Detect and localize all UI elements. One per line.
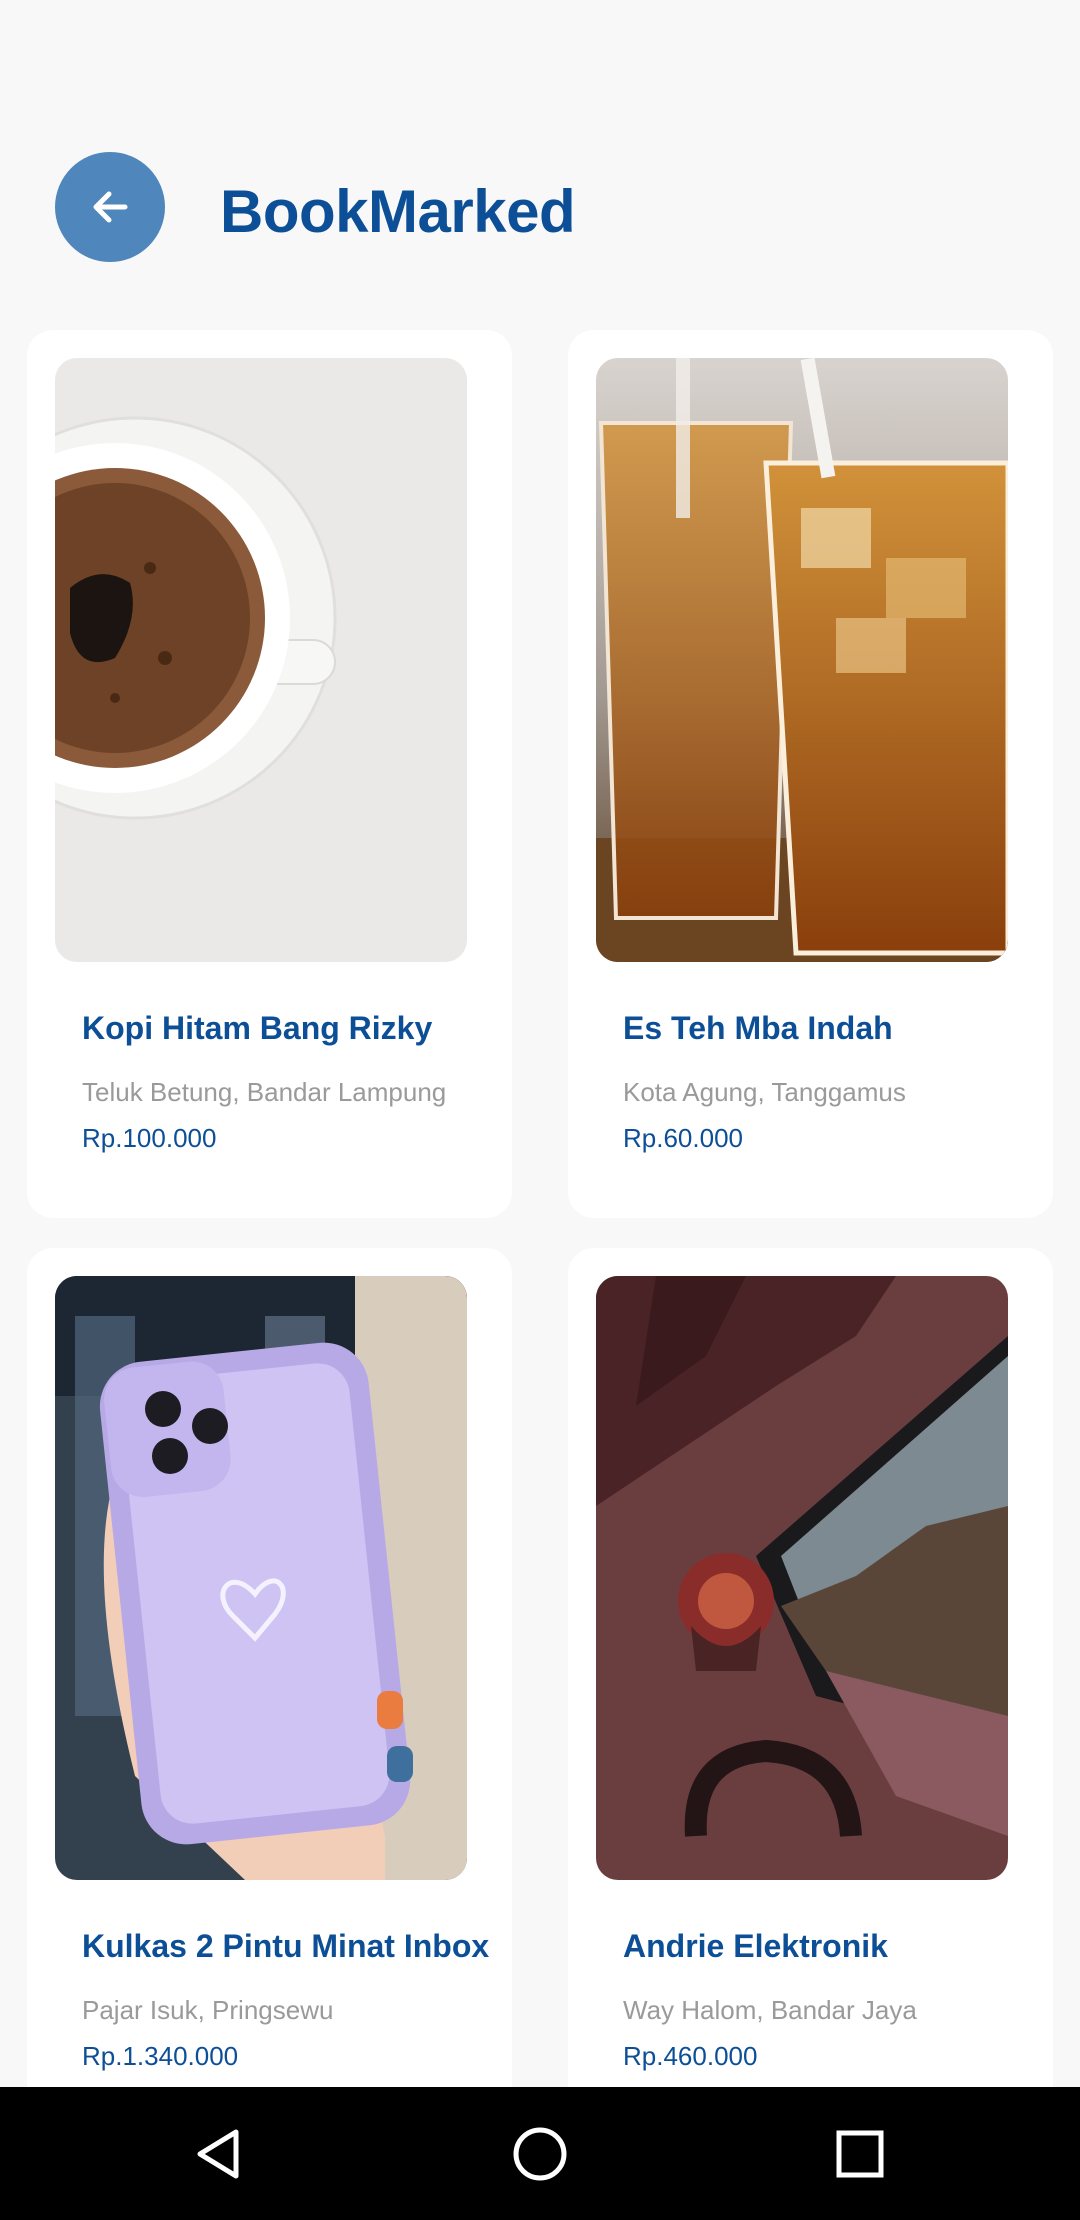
bookmark-card[interactable]: Es Teh Mba Indah Kota Agung, Tanggamus R… xyxy=(568,330,1053,1218)
arrow-left-icon xyxy=(93,191,128,223)
product-image-laptop xyxy=(596,1276,1008,1880)
home-circle-icon xyxy=(513,2127,567,2181)
nav-back-button[interactable] xyxy=(175,2109,265,2199)
bookmark-card[interactable]: Kopi Hitam Bang Rizky Teluk Betung, Band… xyxy=(27,330,512,1218)
page-title: BookMarked xyxy=(220,178,576,245)
item-location: Kota Agung, Tanggamus xyxy=(623,1077,906,1107)
item-price: Rp.60.000 xyxy=(623,1123,743,1153)
bookmark-card[interactable]: Andrie Elektronik Way Halom, Bandar Jaya… xyxy=(568,1248,1053,2136)
back-button[interactable] xyxy=(55,152,165,262)
item-location: Pajar Isuk, Pringsewu xyxy=(82,1995,334,2025)
item-name: Es Teh Mba Indah xyxy=(623,1010,893,1046)
nav-recents-button[interactable] xyxy=(815,2109,905,2199)
item-price: Rp.100.000 xyxy=(82,1123,217,1153)
item-name: Andrie Elektronik xyxy=(623,1928,888,1964)
item-price: Rp.460.000 xyxy=(623,2041,758,2071)
item-location: Way Halom, Bandar Jaya xyxy=(623,1995,917,2025)
bookmark-card[interactable]: Kulkas 2 Pintu Minat Inbox Pajar Isuk, P… xyxy=(27,1248,512,2136)
product-image-coffee xyxy=(55,358,467,962)
item-location: Teluk Betung, Bandar Lampung xyxy=(82,1077,447,1107)
app-header: BookMarked xyxy=(0,0,1080,300)
item-price: Rp.1.340.000 xyxy=(82,2041,239,2071)
product-image-phone-case xyxy=(55,1276,467,1880)
item-name: Kulkas 2 Pintu Minat Inbox xyxy=(82,1928,490,1964)
system-navbar xyxy=(0,2087,1080,2220)
back-triangle-icon xyxy=(197,2129,239,2179)
item-name: Kopi Hitam Bang Rizky xyxy=(82,1010,433,1046)
nav-home-button[interactable] xyxy=(495,2109,585,2199)
recents-square-icon xyxy=(836,2130,884,2178)
product-image-iced-tea xyxy=(596,358,1008,962)
